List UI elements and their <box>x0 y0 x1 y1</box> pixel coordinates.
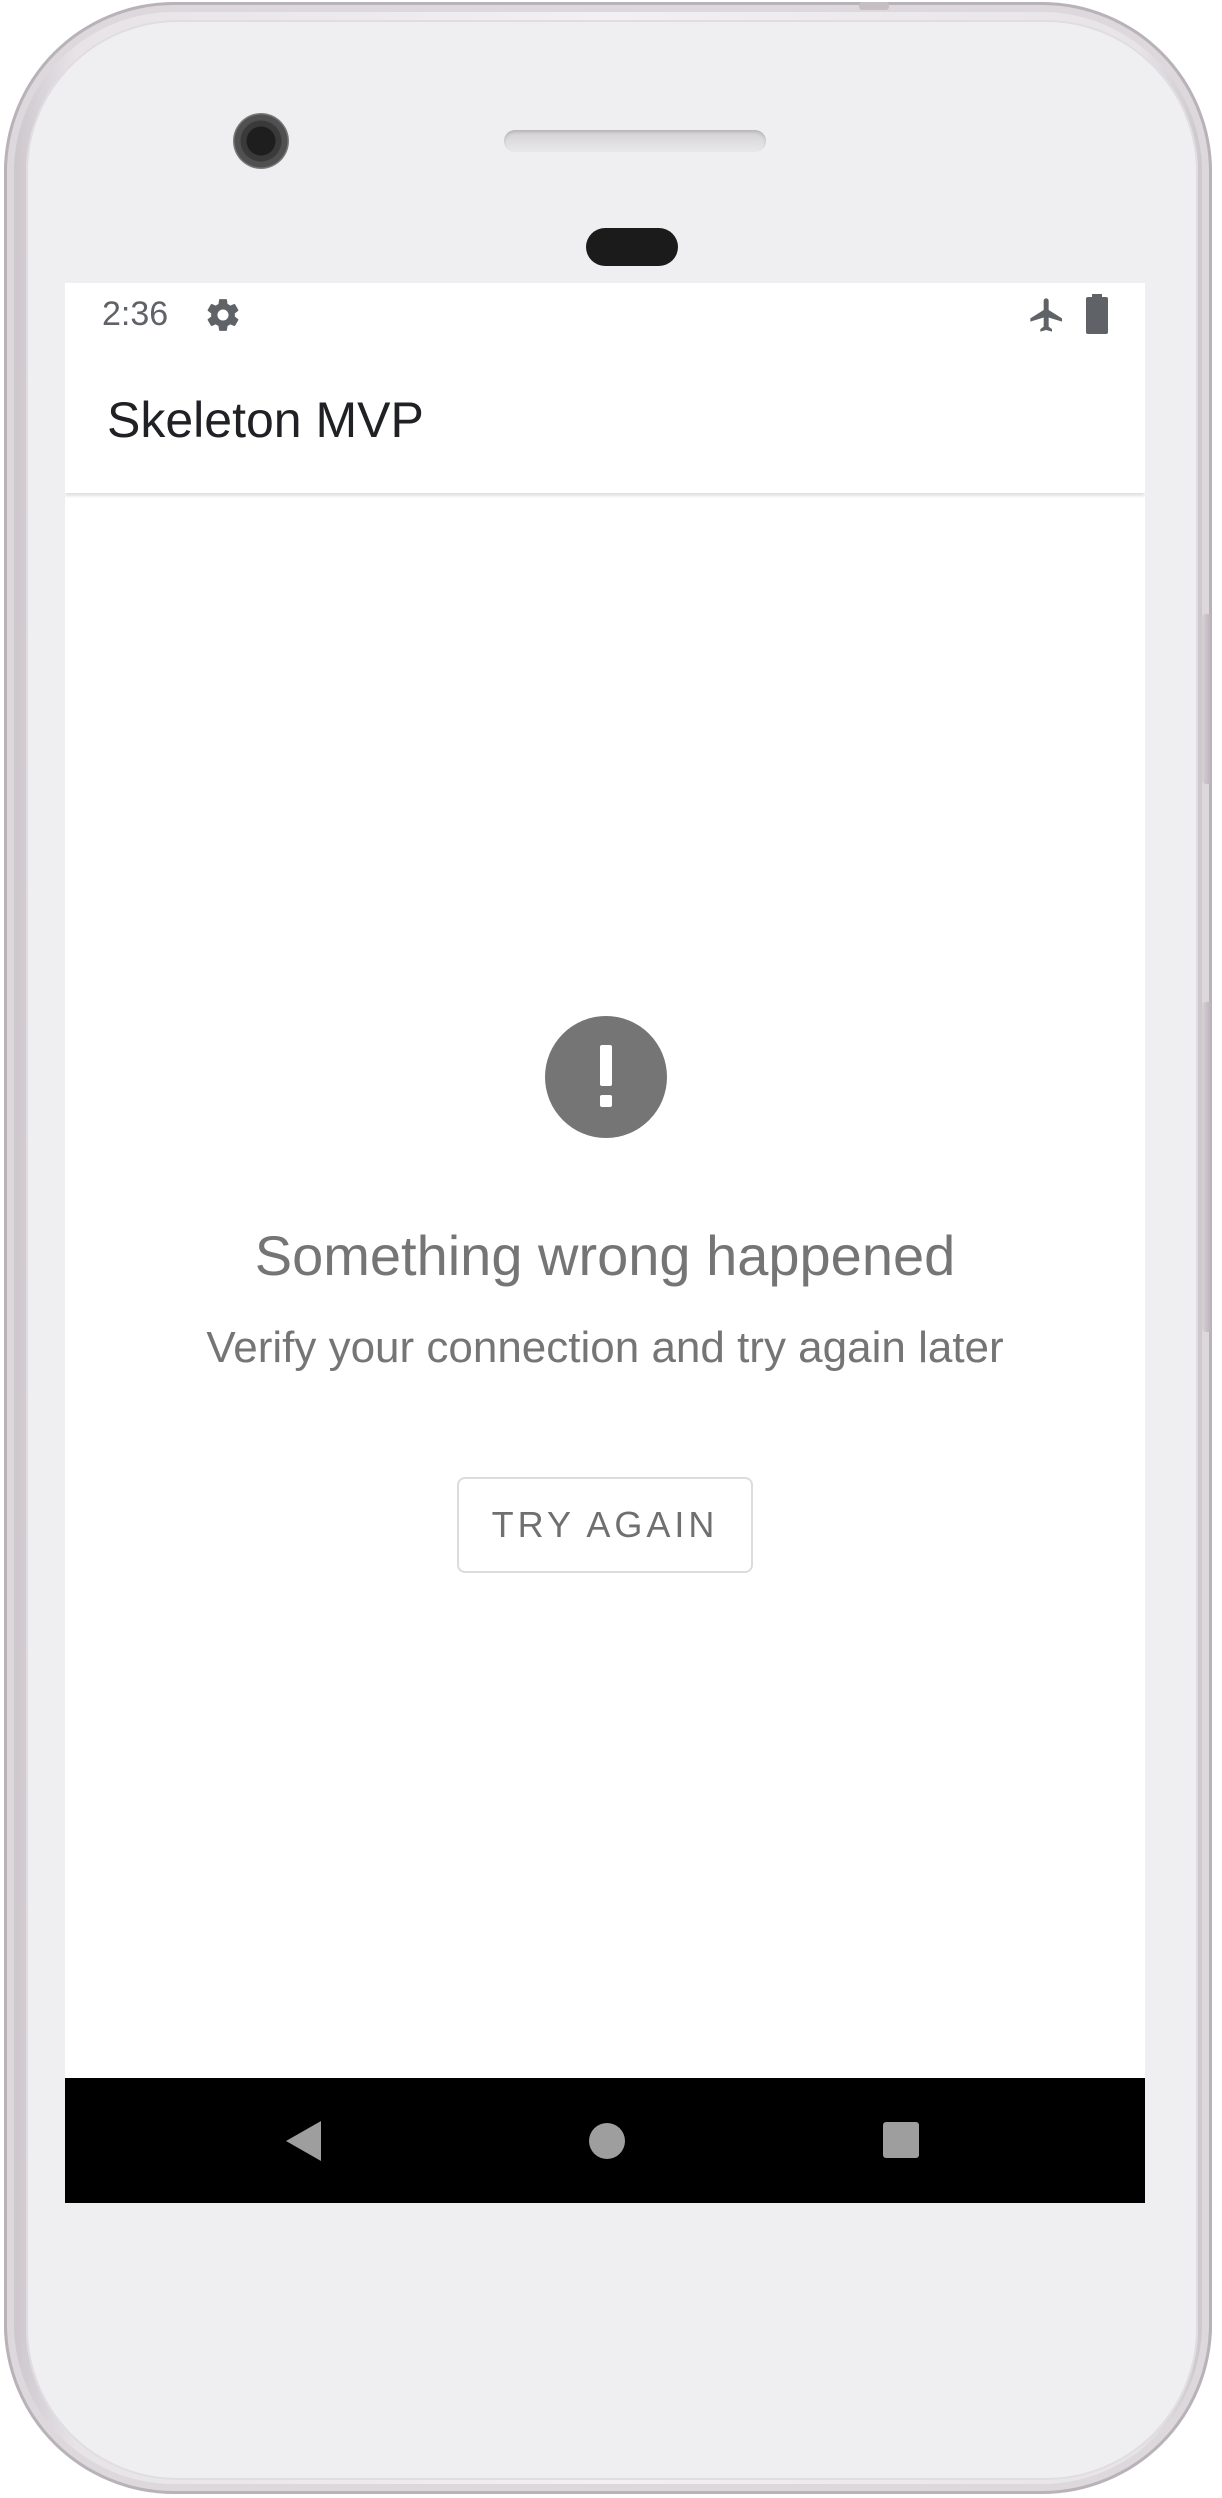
gear-icon <box>207 299 239 331</box>
app-bar: Skeleton MVP <box>65 349 1145 493</box>
try-again-button[interactable]: TRY AGAIN <box>457 1477 753 1573</box>
exclamation-circle-icon <box>545 1016 667 1138</box>
status-time: 2:36 <box>102 295 169 333</box>
back-icon[interactable] <box>281 2118 327 2164</box>
error-title: Something wrong happened <box>254 1224 956 1287</box>
device-screen: 2:36 Skeleton MVP Something wrong happen… <box>65 283 1145 2203</box>
recents-icon[interactable] <box>881 2120 921 2160</box>
phone-side-button-lower <box>1202 1002 1212 1332</box>
proximity-sensor <box>586 228 678 266</box>
device-mockup: 2:36 Skeleton MVP Something wrong happen… <box>0 0 1222 2498</box>
battery-icon <box>1086 294 1108 334</box>
status-bar: 2:36 <box>65 283 1145 349</box>
phone-side-button-upper <box>1202 614 1212 784</box>
phone-top-button <box>859 2 889 10</box>
home-icon[interactable] <box>587 2121 627 2161</box>
error-message: Verify your connection and try again lat… <box>206 1323 1004 1372</box>
app-title: Skeleton MVP <box>107 392 424 448</box>
navigation-bar <box>65 2078 1145 2203</box>
error-state: Something wrong happened Verify your con… <box>65 493 1145 2078</box>
front-camera <box>233 113 289 169</box>
airplane-mode-icon <box>1030 298 1062 332</box>
earpiece-speaker <box>504 130 766 152</box>
